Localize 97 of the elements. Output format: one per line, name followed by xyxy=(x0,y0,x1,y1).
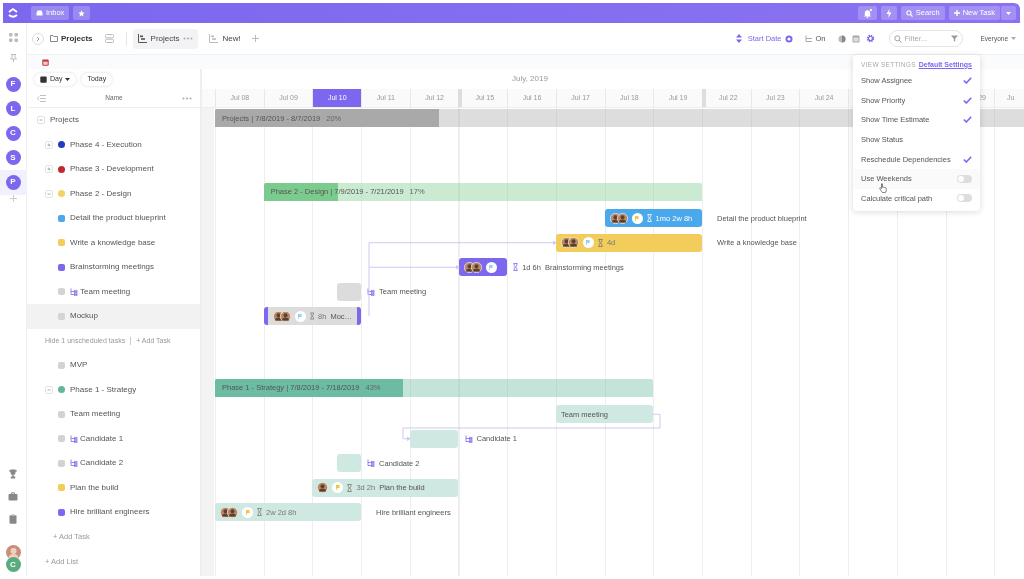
task-name: Candidate 1 xyxy=(80,432,124,445)
color-icon[interactable] xyxy=(837,34,846,43)
row-label[interactable]: Projects xyxy=(50,114,79,127)
row-label[interactable]: Phase 1 - Strategy xyxy=(70,383,137,396)
dropdown-button[interactable] xyxy=(1001,6,1016,20)
space-avatar[interactable]: L xyxy=(5,101,21,117)
gantt-icon xyxy=(137,34,147,43)
subtasks-icon xyxy=(804,34,813,43)
collapse-icon[interactable] xyxy=(37,94,46,102)
task-name: Write a knowledge base xyxy=(70,236,156,249)
task-row[interactable]: Write a knowledge base xyxy=(27,230,200,255)
task-name: Team meeting xyxy=(80,285,131,298)
automation-button[interactable] xyxy=(880,6,897,20)
settings-icon[interactable] xyxy=(865,34,875,43)
task-name: Mockup xyxy=(70,310,98,323)
more-icon[interactable] xyxy=(182,96,192,100)
space-avatar[interactable]: F xyxy=(5,76,21,92)
calendar-icon xyxy=(40,75,47,83)
priority-indicator[interactable] xyxy=(631,212,643,224)
task-row[interactable]: Candidate 1 xyxy=(27,426,200,451)
toggle-switch[interactable] xyxy=(957,194,972,203)
funnel-icon[interactable] xyxy=(950,35,958,42)
row-label[interactable]: Phase 3 - Development xyxy=(70,163,154,176)
clear-icon[interactable] xyxy=(784,34,793,43)
task-row[interactable]: Detail the product blueprint xyxy=(27,206,200,231)
task-name: MVP xyxy=(70,359,88,372)
chevron-icon xyxy=(32,32,44,45)
row-label[interactable]: Phase 4 - Execution xyxy=(70,138,142,151)
task-row[interactable]: Hire brilliant engineers xyxy=(27,500,200,525)
task-name: Brainstorming meetings xyxy=(70,261,155,274)
month-label: July, 2019 xyxy=(512,73,548,85)
user-avatar[interactable] xyxy=(5,545,21,560)
toggle-icon[interactable] xyxy=(45,165,53,174)
view-tab[interactable]: New! xyxy=(204,28,246,49)
caret-icon xyxy=(1011,37,1016,40)
priority-indicator[interactable] xyxy=(485,261,497,273)
clipboard-icon[interactable] xyxy=(9,514,17,524)
task-name: Team meeting xyxy=(70,408,121,421)
avatar xyxy=(279,310,291,322)
task-row[interactable]: Plan the build xyxy=(27,475,200,500)
space-avatar[interactable]: S xyxy=(5,150,21,166)
task-name: Hire brilliant engineers xyxy=(70,506,150,519)
avatar xyxy=(470,261,482,273)
toggle-icon[interactable] xyxy=(37,116,45,125)
layout-icon[interactable] xyxy=(104,34,114,43)
expand-button[interactable] xyxy=(32,32,44,45)
task-row[interactable]: Candidate 2 xyxy=(27,451,200,476)
more-icon[interactable] xyxy=(183,37,194,40)
gantt-icon xyxy=(209,34,219,43)
bolt-icon xyxy=(885,8,892,18)
toggle-switch[interactable] xyxy=(957,174,972,183)
pin-icon[interactable] xyxy=(9,54,17,62)
add-icon[interactable] xyxy=(9,194,17,202)
subtask-icon xyxy=(367,287,376,296)
plus-icon xyxy=(953,10,960,16)
notifications-button[interactable] xyxy=(857,6,877,20)
inbox-icon xyxy=(36,10,43,16)
calendar-icon[interactable] xyxy=(42,58,49,66)
apps-icon[interactable] xyxy=(8,33,18,42)
toggle-icon[interactable] xyxy=(45,189,53,198)
sort-icon xyxy=(735,34,742,43)
user-avatar[interactable]: C xyxy=(5,557,21,572)
task-name: Candidate 2 xyxy=(80,457,124,470)
toggle-icon[interactable] xyxy=(45,140,53,149)
cursor-icon xyxy=(879,183,887,194)
space-avatar[interactable]: C xyxy=(5,125,21,141)
row-label[interactable]: Phase 2 - Design xyxy=(70,187,132,200)
task-row[interactable]: Brainstorming meetings xyxy=(27,255,200,280)
subtask-icon xyxy=(464,434,473,443)
caret-icon xyxy=(1006,11,1011,15)
task-row[interactable]: Mockup xyxy=(27,304,200,329)
space-avatar[interactable]: P xyxy=(5,174,21,190)
task-row[interactable]: Team meeting xyxy=(27,402,200,427)
task-name: Plan the build xyxy=(70,481,119,494)
briefcase-icon[interactable] xyxy=(8,492,18,501)
avatar xyxy=(317,482,329,494)
calendar-icon[interactable] xyxy=(851,34,860,43)
avatar xyxy=(227,506,238,518)
view-tab[interactable]: Projects xyxy=(132,28,199,49)
star-icon xyxy=(78,9,86,17)
task-bar[interactable] xyxy=(458,258,508,277)
subtask-icon xyxy=(367,459,376,468)
search-icon xyxy=(905,9,913,17)
favorites-button[interactable] xyxy=(73,6,91,20)
trophy-icon[interactable] xyxy=(8,469,18,479)
toggle-icon[interactable] xyxy=(45,385,53,394)
avatar xyxy=(616,212,628,224)
task-row[interactable]: MVP xyxy=(27,353,200,378)
avatar xyxy=(567,237,579,249)
search-icon xyxy=(893,35,902,43)
folder-icon xyxy=(50,35,58,42)
breadcrumb-link[interactable]: Projects xyxy=(50,32,93,45)
task-name: Detail the product blueprint xyxy=(70,212,166,225)
logo-icon[interactable] xyxy=(7,7,19,19)
caret-icon xyxy=(65,77,71,81)
add-view-icon[interactable] xyxy=(251,35,259,42)
task-row[interactable]: Team meeting xyxy=(27,279,200,304)
